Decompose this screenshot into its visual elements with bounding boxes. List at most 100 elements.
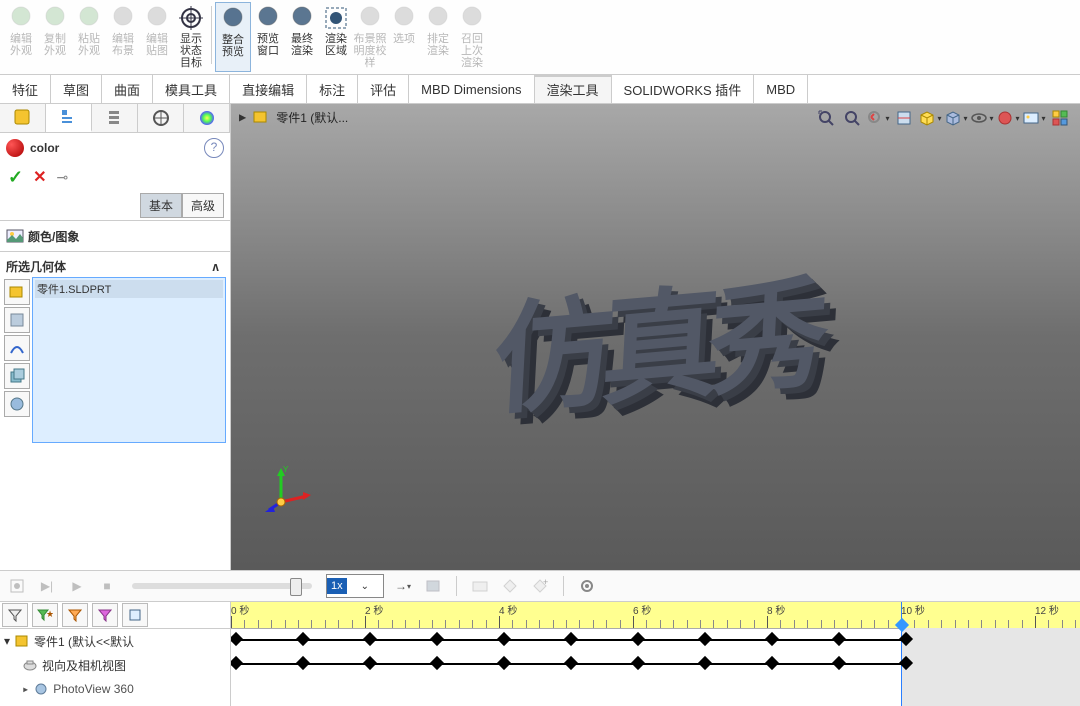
tab-曲面[interactable]: 曲面 [102, 75, 153, 103]
keyframe[interactable] [231, 632, 243, 646]
advanced-mode-button[interactable]: 高级 [182, 193, 224, 218]
breadcrumb-text[interactable]: 零件1 (默认... [276, 109, 348, 126]
autokey-button[interactable] [499, 575, 521, 597]
keyframe[interactable] [497, 656, 511, 670]
geometry-list[interactable]: 零件1.SLDPRT [32, 277, 226, 443]
view-orientation-icon[interactable]: ▾ [918, 106, 942, 130]
filter-feature-icon[interactable] [4, 391, 30, 417]
feature-tree-tab[interactable] [0, 104, 46, 132]
display-target-button[interactable]: 显示 状态 目标 [174, 2, 208, 70]
keyframe[interactable] [899, 632, 913, 646]
tab-标注[interactable]: 标注 [307, 75, 358, 103]
calculate-button[interactable] [6, 575, 28, 597]
keyframe[interactable] [765, 656, 779, 670]
filter-driven-button[interactable] [62, 603, 88, 627]
3d-viewport[interactable]: ▶ 零件1 (默认... ▾ ▾ ▾ ▾ ▾ ▾ 仿真秀 [231, 104, 1080, 570]
keyframe[interactable] [363, 632, 377, 646]
hide-show-icon[interactable]: ▾ [970, 106, 994, 130]
keyframe[interactable] [832, 656, 846, 670]
zoom-area-icon[interactable] [840, 106, 864, 130]
section-view-icon[interactable] [892, 106, 916, 130]
add-key-button[interactable]: + [529, 575, 551, 597]
dimxpert-tab[interactable] [138, 104, 184, 132]
tab-模具工具[interactable]: 模具工具 [153, 75, 230, 103]
appearance-tab[interactable] [184, 104, 230, 132]
tab-直接编辑[interactable]: 直接编辑 [230, 75, 307, 103]
color-image-header[interactable]: 颜色/图象 [4, 225, 226, 247]
filter-animated-button[interactable]: ★ [32, 603, 58, 627]
keyframe[interactable] [631, 632, 645, 646]
tab-特征[interactable]: 特征 [0, 75, 51, 103]
play-start-button[interactable]: ▶| [36, 575, 58, 597]
tab-MBD Dimensions[interactable]: MBD Dimensions [409, 75, 534, 103]
keyframe[interactable] [564, 632, 578, 646]
time-ruler[interactable]: 0 秒2 秒4 秒6 秒8 秒10 秒12 秒 [231, 602, 1080, 629]
keyframe[interactable] [765, 632, 779, 646]
tab-渲染工具[interactable]: 渲染工具 [535, 75, 612, 103]
filter-part-icon[interactable] [4, 279, 30, 305]
recall-render-button[interactable]: 召回 上次 渲染 [455, 2, 489, 70]
paste-appearance-button[interactable]: 粘贴 外观 [72, 2, 106, 70]
copy-appearance-button[interactable]: 复制 外观 [38, 2, 72, 70]
stop-button[interactable]: ■ [96, 575, 118, 597]
zoom-fit-icon[interactable] [814, 106, 838, 130]
timeline-tracks[interactable]: 0 秒2 秒4 秒6 秒8 秒10 秒12 秒 [231, 602, 1080, 706]
tab-MBD[interactable]: MBD [754, 75, 808, 103]
scene-proof-button[interactable]: 布景照 明度校 样 [353, 2, 387, 70]
tab-SOLIDWORKS 插件[interactable]: SOLIDWORKS 插件 [612, 75, 755, 103]
keyframe[interactable] [497, 632, 511, 646]
timeline-row-photoview[interactable]: ▸ PhotoView 360 [0, 677, 230, 701]
display-style-icon[interactable]: ▾ [944, 106, 968, 130]
motion-settings-button[interactable] [576, 575, 598, 597]
filter-body-icon[interactable] [4, 363, 30, 389]
previous-view-icon[interactable]: ▾ [866, 106, 890, 130]
slider-thumb[interactable] [290, 578, 302, 596]
keyframe[interactable] [231, 656, 243, 670]
apply-scene-icon[interactable]: ▾ [1022, 106, 1046, 130]
playback-speed-select[interactable]: 1x ⌄ [326, 574, 384, 598]
view-settings-icon[interactable] [1048, 106, 1072, 130]
loop-mode-button[interactable]: →▾ [392, 575, 414, 597]
property-manager-tab[interactable] [46, 104, 92, 132]
help-button[interactable]: ? [204, 138, 224, 158]
integrated-preview-button[interactable]: 整合 预览 [215, 2, 251, 72]
animation-wizard-button[interactable] [469, 575, 491, 597]
timeline-row-orientation[interactable]: 视向及相机视图 [0, 653, 230, 677]
play-button[interactable]: ▶ [66, 575, 88, 597]
render-region-button[interactable]: 渲染 区域 [319, 2, 353, 70]
track-part[interactable] [231, 628, 1080, 652]
filter-results-button[interactable] [122, 603, 148, 627]
keyframe[interactable] [698, 632, 712, 646]
keyframe[interactable] [698, 656, 712, 670]
timeline-row-part[interactable]: ▾ 零件1 (默认<<默认 [0, 629, 230, 653]
geometry-header[interactable]: 所选几何体 ʌ [4, 256, 226, 277]
tab-草图[interactable]: 草图 [51, 75, 102, 103]
filter-button[interactable] [2, 603, 28, 627]
schedule-render-button[interactable]: 排定 渲染 [421, 2, 455, 70]
expand-icon[interactable]: ▾ [4, 634, 10, 648]
keyframe[interactable] [363, 656, 377, 670]
basic-mode-button[interactable]: 基本 [140, 193, 182, 218]
preview-window-button[interactable]: 预览 窗口 [251, 2, 285, 70]
pin-button[interactable]: ⊸ [57, 169, 69, 186]
keyframe[interactable] [296, 632, 310, 646]
expand-icon[interactable]: ▸ [22, 682, 29, 696]
expand-tree-icon[interactable]: ▶ [239, 110, 246, 124]
final-render-button[interactable]: 最终 渲染 [285, 2, 319, 70]
time-slider[interactable] [132, 583, 312, 589]
filter-face-icon[interactable] [4, 307, 30, 333]
cancel-button[interactable]: ✕ [33, 167, 46, 187]
save-animation-button[interactable] [422, 575, 444, 597]
keyframe[interactable] [899, 656, 913, 670]
filter-selected-button[interactable] [92, 603, 118, 627]
edit-scene-button[interactable]: 编辑 布景 [106, 2, 140, 70]
config-tab[interactable] [92, 104, 138, 132]
keyframe[interactable] [430, 632, 444, 646]
geometry-item[interactable]: 零件1.SLDPRT [35, 280, 223, 298]
filter-surface-icon[interactable] [4, 335, 30, 361]
keyframe[interactable] [832, 632, 846, 646]
tab-评估[interactable]: 评估 [358, 75, 409, 103]
keyframe[interactable] [430, 656, 444, 670]
edit-appearance-icon[interactable]: ▾ [996, 106, 1020, 130]
keyframe[interactable] [296, 656, 310, 670]
